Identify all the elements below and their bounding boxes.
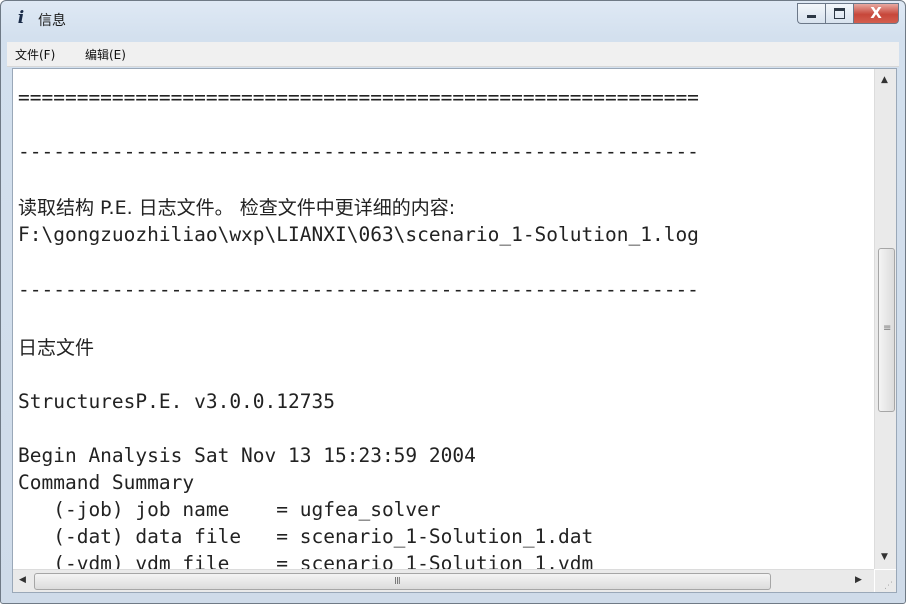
info-window: i 信息 X 文件(F) 编辑(E) =====================… <box>0 0 906 604</box>
text-line: ----------------------------------------… <box>18 278 699 301</box>
menu-bar: 文件(F) 编辑(E) <box>7 42 899 67</box>
horizontal-scroll-thumb[interactable]: III <box>34 573 771 590</box>
maximize-icon <box>834 8 845 19</box>
horizontal-scrollbar[interactable]: ◀ III ▶ <box>13 569 874 592</box>
text-content[interactable]: ========================================… <box>13 69 874 570</box>
close-icon: X <box>870 4 882 22</box>
text-line: (-job) job name = ugfea_solver <box>18 498 441 521</box>
grip-icon: III <box>394 576 401 587</box>
menu-edit[interactable]: 编辑(E) <box>85 46 126 63</box>
minimize-icon <box>807 15 816 18</box>
text-line: F:\gongzuozhiliao\wxp\LIANXI\063\scenari… <box>18 223 699 246</box>
text-line: ========================================… <box>18 86 699 109</box>
text-line: (-dat) data file = scenario_1-Solution_1… <box>18 525 594 548</box>
minimize-button[interactable] <box>797 3 825 24</box>
info-icon: i <box>17 8 25 28</box>
vertical-scroll-thumb[interactable]: ≡ <box>878 248 895 412</box>
maximize-button[interactable] <box>825 3 853 24</box>
text-line: Command Summary <box>18 471 195 494</box>
scroll-left-icon[interactable]: ◀ <box>19 575 26 585</box>
menu-file[interactable]: 文件(F) <box>15 46 55 63</box>
close-button[interactable]: X <box>853 3 899 24</box>
info-text-area[interactable]: ========================================… <box>12 68 897 593</box>
scroll-right-icon[interactable]: ▶ <box>855 575 862 585</box>
text-line: (-vdm) vdm file = scenario_1-Solution_1.… <box>18 552 594 570</box>
text-line: ----------------------------------------… <box>18 140 699 163</box>
scroll-up-icon[interactable]: ▲ <box>881 75 888 85</box>
grip-icon: ≡ <box>883 323 892 334</box>
title-bar[interactable]: i 信息 X <box>1 1 905 37</box>
text-line: 日志文件 <box>18 337 95 359</box>
text-line: Begin Analysis Sat Nov 13 15:23:59 2004 <box>18 444 476 467</box>
size-grip[interactable]: ⋰ <box>875 570 896 592</box>
scroll-down-icon[interactable]: ▼ <box>881 552 888 562</box>
vertical-scrollbar[interactable]: ▲ ≡ ▼ <box>874 69 896 569</box>
text-line: 读取结构 P.E. 日志文件。 检查文件中更详细的内容: <box>18 197 456 219</box>
window-title: 信息 <box>38 13 66 29</box>
resize-grip-icon: ⋰ <box>884 581 893 591</box>
text-line: StructuresP.E. v3.0.0.12735 <box>18 390 335 413</box>
caption-buttons: X <box>797 3 899 24</box>
